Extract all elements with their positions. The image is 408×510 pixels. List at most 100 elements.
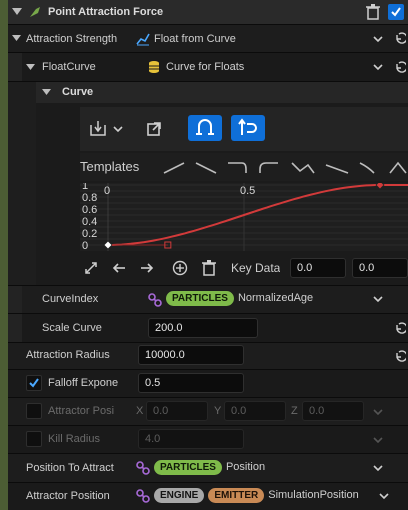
curve-bottom-toolbar: Key Data 0.0 0.0 [80,255,408,281]
arrow-left-icon[interactable] [112,261,126,275]
add-key-icon[interactable] [172,260,188,276]
attractor-position-vector-row: Attractor Posi X 0.0 Y 0.0 Z 0.0 [8,398,408,425]
expand-arrow-icon[interactable] [12,35,21,42]
ease-out-icon [228,162,247,173]
x-axis-label: X [136,405,144,417]
attribute-name: SimulationPosition [268,489,359,501]
y-axis-label: Y [214,405,222,417]
bounce-icon [291,162,315,174]
module-enabled-checkbox[interactable] [388,4,404,20]
linear-down-icon [195,162,217,174]
module-header[interactable]: Point Attraction Force [8,0,408,24]
peak-icon [389,161,407,174]
reset-icon[interactable] [394,322,406,334]
curve-section-header[interactable]: Curve [8,82,408,103]
attractor-y-input[interactable]: 0.0 [224,401,286,421]
delete-key-icon[interactable] [202,260,216,276]
y-tick-label: 0.8 [82,192,97,204]
namespace-pill: PARTICLES [166,291,234,306]
chevron-down-icon[interactable] [372,33,384,45]
falloff-exponent-checkbox[interactable] [26,375,42,391]
reset-icon[interactable] [394,61,406,73]
scale-curve-input[interactable]: 200.0 [148,318,258,338]
auto-tangent-button[interactable] [188,115,222,141]
link-icon [136,489,150,503]
attractor-position-vector-label: Attractor Posi [48,405,115,417]
check-icon [391,7,401,17]
kill-radius-label: Kill Radius [48,433,100,445]
open-external-icon[interactable] [146,121,162,137]
key-data-label: Key Data [231,261,281,275]
chevron-down-icon[interactable] [372,293,384,305]
y-tick-label: 0.6 [82,204,97,216]
attractor-z-input[interactable]: 0.0 [302,401,364,421]
attraction-strength-value[interactable]: Float from Curve [154,33,236,45]
float-curve-label: FloatCurve [42,61,96,73]
position-to-attract-row: Position To Attract PARTICLES Position [8,454,408,482]
link-icon [136,461,150,475]
reset-icon[interactable] [394,350,406,362]
collapse-arrow-icon[interactable] [42,89,51,96]
delete-icon[interactable] [366,4,380,20]
module-color-strip [0,0,8,510]
attribute-name: Position [225,461,266,473]
chevron-down-icon[interactable] [372,434,384,446]
link-icon [148,293,162,307]
position-to-attract-label: Position To Attract [26,462,114,474]
y-tick-label: 0.2 [82,228,97,240]
check-icon [29,378,39,388]
ease-in-icon [259,162,278,173]
attractor-position-label: Attractor Position [26,490,110,502]
attraction-strength-row: Attraction Strength Float from Curve [8,25,408,52]
attractor-position-binding[interactable]: ENGINE EMITTER SimulationPosition [154,488,359,503]
kill-radius-checkbox[interactable] [26,431,42,447]
x-tick-label: 0 [104,185,110,197]
linear-up-icon [163,162,185,174]
curve-graph-icon [136,33,150,46]
templates-label: Templates [80,159,140,174]
attractor-position-row: Attractor Position ENGINE EMITTER Simulati… [8,483,408,510]
flatten-tangent-button[interactable] [231,115,265,141]
curve-index-row: CurveIndex PARTICLES NormalizedAge [8,286,408,313]
falloff-exponent-label: Falloff Expone [48,377,119,389]
namespace-pill-engine: ENGINE [154,488,205,503]
x-tick-label: 0.5 [240,185,255,197]
falloff-exponent-row: Falloff Expone 0.5 [8,370,408,397]
reset-icon[interactable] [394,32,406,44]
z-axis-label: Z [291,405,298,417]
curve-graph[interactable]: 10.80.60.40.200 0.5 [80,183,408,251]
kill-radius-row: Kill Radius 4.0 [8,426,408,453]
arrow-right-icon[interactable] [140,261,154,275]
arrow-loop-icon [238,118,257,135]
namespace-pill-emitter: EMITTER [208,488,265,503]
falloff-exponent-input[interactable]: 0.5 [138,373,244,393]
chevron-down-icon[interactable] [372,406,384,418]
curve-index-binding[interactable]: PARTICLES NormalizedAge [166,291,313,306]
key-value-input[interactable]: 0.0 [352,258,408,278]
y-tick-label: 0 [82,240,88,251]
attractor-position-checkbox[interactable] [26,403,42,419]
expand-arrow-icon[interactable] [26,64,35,71]
key-time-input[interactable]: 0.0 [290,258,346,278]
curve-toolbar [80,107,408,151]
chevron-down-icon[interactable] [372,462,384,474]
templates-bar: Templates [80,153,408,181]
kill-radius-input[interactable]: 4.0 [138,429,244,449]
y-tick-label: 1 [82,183,88,192]
attraction-strength-label: Attraction Strength [26,33,118,45]
chevron-down-icon[interactable] [378,490,390,502]
attractor-x-input[interactable]: 0.0 [146,401,208,421]
attraction-radius-input[interactable]: 10000.0 [138,345,244,365]
curve-index-label: CurveIndex [42,293,99,305]
fit-view-icon[interactable] [84,261,98,275]
namespace-pill: PARTICLES [154,460,222,475]
float-curve-value[interactable]: Curve for Floats [166,61,244,73]
force-module-icon [30,7,40,17]
chevron-down-icon[interactable] [372,61,384,73]
attribute-name: NormalizedAge [237,292,314,304]
position-to-attract-binding[interactable]: PARTICLES Position [154,460,265,475]
import-icon[interactable] [88,119,110,139]
chevron-down-icon[interactable] [112,123,124,135]
template-curve-icons[interactable] [162,157,408,177]
collapse-arrow-icon[interactable] [12,8,22,16]
